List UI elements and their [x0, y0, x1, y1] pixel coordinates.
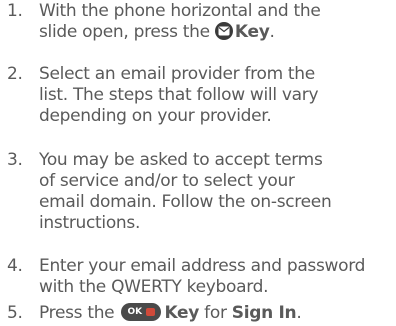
step-line-text: Press the: [39, 303, 115, 323]
action-label: Sign In: [231, 303, 297, 323]
step-line-text: slide open, press the: [39, 22, 210, 42]
step-line: With the phone horizontal and the: [39, 1, 321, 21]
step-line: slide open, press the Key.: [39, 22, 391, 43]
step-line: You may be asked to accept terms: [39, 150, 323, 170]
key-label: Key: [234, 22, 270, 42]
step-line: instructions.: [39, 213, 141, 233]
step-line: of service and/or to select your: [39, 171, 295, 191]
step-text: Enter your email address and password wi…: [39, 256, 391, 298]
step-line: depending on your provider.: [39, 106, 272, 126]
step-text: With the phone horizontal and the slide …: [39, 1, 391, 43]
step-number: 1.: [7, 1, 23, 21]
step-line: email domain. Follow the on-screen: [39, 192, 332, 212]
instruction-steps: 1. With the phone horizontal and the sli…: [0, 0, 396, 326]
key-label: Key: [164, 303, 200, 323]
step-line: Press the OK Key for Sign In.: [39, 303, 391, 324]
step-text: Select an email provider from the list. …: [39, 64, 391, 127]
step-line: list. The steps that follow will vary: [39, 85, 319, 105]
ok-key-indicator: [146, 308, 156, 316]
step-number: 2.: [7, 64, 23, 84]
step-line: with the QWERTY keyboard.: [39, 277, 269, 297]
ok-key-icon: OK: [121, 303, 162, 321]
message-key-icon: [214, 22, 233, 40]
step-text: Press the OK Key for Sign In.: [39, 303, 391, 324]
step-number: 4.: [7, 256, 23, 276]
step-line-text: for: [204, 303, 227, 323]
step-number: 3.: [7, 150, 23, 170]
step-line: Select an email provider from the: [39, 64, 315, 84]
punctuation: .: [296, 303, 302, 323]
ok-key-text: OK: [127, 307, 143, 317]
step-line: Enter your email address and password: [39, 256, 366, 276]
step-text: You may be asked to accept terms of serv…: [39, 150, 391, 234]
punctuation: .: [269, 22, 275, 42]
step-number: 5.: [7, 303, 23, 323]
